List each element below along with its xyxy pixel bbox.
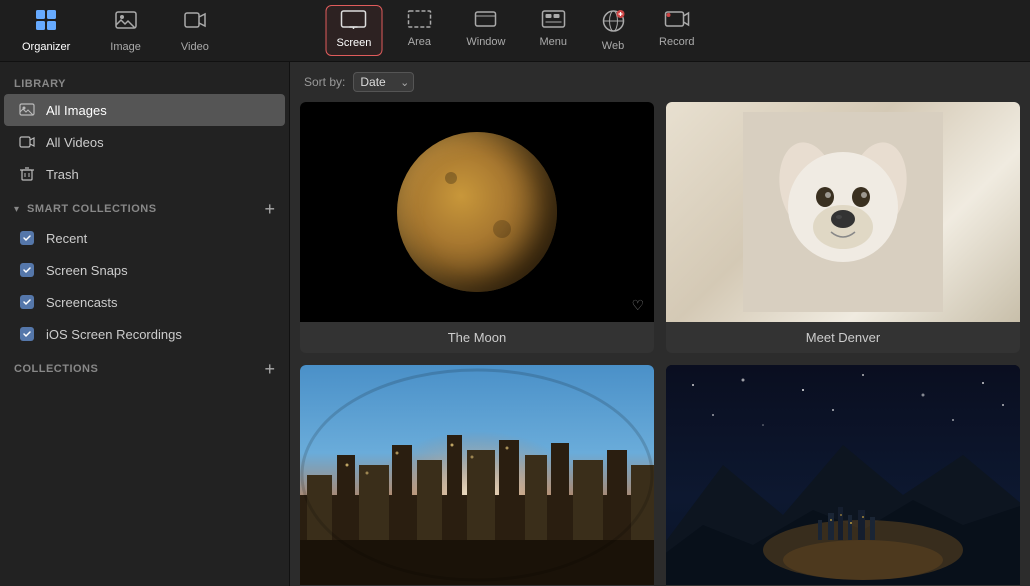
collections-add-button[interactable]: + — [264, 360, 275, 378]
window-icon — [473, 9, 499, 33]
sort-label: Sort by: — [304, 75, 345, 89]
dog-image — [666, 102, 1020, 322]
web-icon — [601, 9, 625, 37]
dog-svg — [743, 112, 943, 312]
sidebar-item-recent[interactable]: Recent — [4, 222, 285, 254]
content-area: Sort by: Date Name Size Type ♡ The Moon — [290, 62, 1030, 586]
city-image — [300, 365, 654, 585]
collections-title: COLLECTIONS — [14, 363, 98, 375]
sort-select[interactable]: Date Name Size Type — [353, 72, 414, 92]
moon-circle — [397, 132, 557, 292]
night-image — [666, 365, 1020, 585]
image-grid: ♡ The Moon — [300, 102, 1020, 586]
main-area: LIBRARY All Images All Videos — [0, 62, 1030, 586]
sort-select-wrap: Date Name Size Type — [353, 72, 414, 92]
area-label: Area — [408, 36, 431, 48]
denver-label: Meet Denver — [666, 322, 1020, 353]
sidebar-item-trash[interactable]: Trash — [4, 158, 285, 190]
all-videos-label: All Videos — [46, 135, 104, 150]
ios-recordings-label: iOS Screen Recordings — [46, 327, 182, 342]
menu-label: Menu — [539, 36, 567, 48]
collections-header: COLLECTIONS + — [0, 350, 289, 382]
video-label: Video — [181, 41, 209, 53]
organizer-icon — [34, 8, 58, 38]
web-label: Web — [602, 40, 624, 52]
trash-label: Trash — [46, 167, 79, 182]
city-svg — [300, 365, 654, 585]
screencasts-icon — [18, 293, 36, 311]
heart-icon[interactable]: ♡ — [631, 297, 644, 314]
moon-label: The Moon — [300, 322, 654, 353]
organizer-label: Organizer — [22, 41, 70, 53]
smart-collections-add-button[interactable]: + — [264, 200, 275, 218]
smart-collections-header: ▾ SMART COLLECTIONS + — [0, 190, 289, 222]
all-images-label: All Images — [46, 103, 107, 118]
toolbar-center-group: Screen Area Window — [326, 5, 705, 56]
sidebar-item-screencasts[interactable]: Screencasts — [4, 286, 285, 318]
screencasts-label: Screencasts — [46, 295, 118, 310]
smart-collections-title: SMART COLLECTIONS — [27, 203, 157, 215]
record-icon — [664, 9, 690, 33]
screen-snaps-icon — [18, 261, 36, 279]
trash-icon — [18, 165, 36, 183]
toolbar-image[interactable]: Image — [100, 4, 151, 57]
all-videos-icon — [18, 133, 36, 151]
area-icon — [406, 9, 432, 33]
toolbar: Organizer Image Video — [0, 0, 1030, 62]
toolbar-screen[interactable]: Screen — [326, 5, 383, 56]
screen-label: Screen — [337, 37, 372, 49]
moon-image: ♡ — [300, 102, 654, 322]
sidebar-item-screen-snaps[interactable]: Screen Snaps — [4, 254, 285, 286]
sidebar: LIBRARY All Images All Videos — [0, 62, 290, 586]
grid-item-denver[interactable]: Meet Denver — [666, 102, 1020, 353]
smart-collections-arrow[interactable]: ▾ — [14, 204, 19, 215]
grid-item-night[interactable] — [666, 365, 1020, 586]
grid-item-city[interactable] — [300, 365, 654, 586]
sidebar-item-all-images[interactable]: All Images — [4, 94, 285, 126]
toolbar-record[interactable]: Record — [649, 5, 704, 56]
image-label: Image — [110, 41, 141, 53]
screen-snaps-label: Screen Snaps — [46, 263, 128, 278]
screen-icon — [341, 10, 367, 34]
sort-bar: Sort by: Date Name Size Type — [300, 72, 1020, 92]
toolbar-video[interactable]: Video — [171, 4, 219, 57]
toolbar-menu[interactable]: Menu — [529, 5, 577, 56]
grid-item-moon[interactable]: ♡ The Moon — [300, 102, 654, 353]
all-images-icon — [18, 101, 36, 119]
toolbar-left-group: Organizer Image Video — [12, 4, 219, 57]
record-label: Record — [659, 36, 694, 48]
toolbar-area[interactable]: Area — [396, 5, 442, 56]
toolbar-organizer[interactable]: Organizer — [12, 4, 80, 57]
recent-icon — [18, 229, 36, 247]
video-icon — [183, 8, 207, 38]
sidebar-item-ios-recordings[interactable]: iOS Screen Recordings — [4, 318, 285, 350]
sidebar-item-all-videos[interactable]: All Videos — [4, 126, 285, 158]
window-label: Window — [466, 36, 505, 48]
library-section-header: LIBRARY — [0, 70, 289, 94]
toolbar-window[interactable]: Window — [456, 5, 515, 56]
recent-label: Recent — [46, 231, 87, 246]
ios-recordings-icon — [18, 325, 36, 343]
image-icon — [114, 8, 138, 38]
night-svg — [666, 365, 1020, 585]
toolbar-web[interactable]: Web — [591, 5, 635, 56]
menu-icon — [540, 9, 566, 33]
